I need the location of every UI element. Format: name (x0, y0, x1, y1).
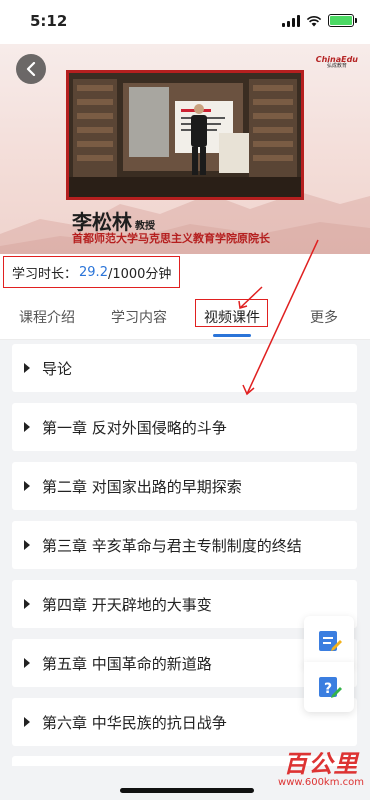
wifi-icon (306, 15, 322, 26)
course-banner: ChinaEdu 弘成教育 李松林 教授 首都师范大学马克思主义教育学院原院长 (0, 44, 370, 254)
tab-video-courseware[interactable]: 视频课件 (204, 307, 260, 327)
study-time-total: /1000分钟 (107, 266, 172, 282)
expand-triangle-icon (24, 599, 30, 609)
chapter-label: 导论 (42, 359, 73, 378)
back-button[interactable] (16, 54, 46, 84)
notes-button[interactable] (304, 616, 354, 666)
status-bar: 5:12 (0, 0, 370, 44)
chevron-left-icon (26, 62, 36, 76)
home-indicator (120, 788, 254, 793)
chapter-item[interactable]: 第二章 对国家出路的早期探索 (12, 462, 357, 510)
expand-triangle-icon (24, 422, 30, 432)
question-button[interactable]: ? (304, 662, 354, 712)
course-tabs: 课程介绍 学习内容 视频课件 更多 (0, 292, 370, 340)
chapter-label: 第四章 开天辟地的大事变 (42, 595, 212, 614)
expand-triangle-icon (24, 540, 30, 550)
study-time-highlight: 学习时长： 29.2 /1000分钟 (3, 256, 181, 288)
status-time: 5:12 (30, 12, 68, 30)
note-edit-icon (319, 631, 342, 651)
study-time-label: 学习时长： (12, 266, 78, 282)
chapter-label: 第一章 反对外国侵略的斗争 (42, 418, 227, 437)
expand-triangle-icon (24, 658, 30, 668)
chapter-item[interactable]: 第一章 反对外国侵略的斗争 (12, 403, 357, 451)
tab-study-content[interactable]: 学习内容 (111, 307, 167, 327)
chinaedu-logo: ChinaEdu 弘成教育 (315, 55, 358, 69)
course-video-thumbnail[interactable] (66, 70, 304, 200)
study-time-row: 学习时长： 29.2 /1000分钟 (0, 254, 370, 292)
expand-triangle-icon (24, 717, 30, 727)
tab-more[interactable]: 更多 (310, 307, 338, 327)
lecturer-scene-image (69, 73, 301, 197)
expand-triangle-icon (24, 363, 30, 373)
signal-icon (282, 14, 300, 27)
question-edit-icon: ? (319, 677, 342, 698)
chapter-item[interactable]: 导论 (12, 344, 357, 392)
site-watermark: 百公里 www.600km.com (278, 750, 364, 788)
chapter-label: 第五章 中国革命的新道路 (42, 654, 212, 673)
chapter-item[interactable]: 第三章 辛亥革命与君主专制制度的终结 (12, 521, 357, 569)
status-icons (282, 14, 357, 27)
svg-text:?: ? (324, 681, 332, 697)
battery-icon (328, 14, 357, 27)
tab-course-intro[interactable]: 课程介绍 (19, 307, 75, 327)
study-time-value: 29.2 (79, 264, 108, 280)
active-tab-indicator (213, 334, 251, 337)
chapter-label: 第二章 对国家出路的早期探索 (42, 477, 242, 496)
chapter-label: 第六章 中华民族的抗日战争 (42, 713, 227, 732)
lecturer-affiliation: 首都师范大学马克思主义教育学院原院长 (72, 232, 270, 245)
expand-triangle-icon (24, 481, 30, 491)
chapter-label: 第三章 辛亥革命与君主专制制度的终结 (42, 536, 302, 555)
